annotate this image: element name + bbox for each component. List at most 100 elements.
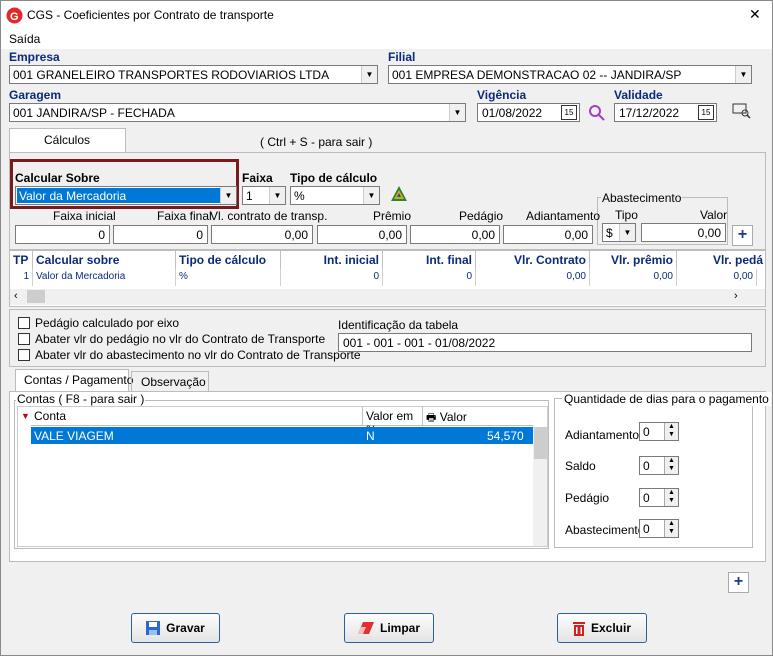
faixa-final-input[interactable]: 0 xyxy=(113,225,208,244)
coeficientes-grid[interactable]: TP Calcular sobre Tipo de cálculo Int. i… xyxy=(9,250,766,307)
menu-saida[interactable]: Saída xyxy=(9,32,40,46)
spin-updown-icon[interactable]: ▲ ▼ xyxy=(664,457,678,474)
dias-saldo-spinner[interactable]: 0 ▲ ▼ xyxy=(639,456,679,475)
calendar-icon[interactable]: 15 xyxy=(698,105,714,120)
close-icon[interactable]: ✕ xyxy=(749,6,761,23)
grid-cell-int-final[interactable]: 0 xyxy=(383,269,476,286)
grid-cell-tp[interactable]: 1 xyxy=(10,269,33,286)
scroll-left-icon[interactable]: ‹ xyxy=(14,290,18,302)
calendar-icon[interactable]: 15 xyxy=(561,105,577,120)
premio-input[interactable]: 0,00 xyxy=(317,225,407,244)
pedagio-input[interactable]: 0,00 xyxy=(410,225,500,244)
limpar-label: Limpar xyxy=(379,621,420,635)
tab-contas-pagamento[interactable]: Contas / Pagamento xyxy=(15,369,133,392)
grid-header-int-inicial[interactable]: Int. inicial xyxy=(281,251,383,269)
pedagio-eixo-checkbox[interactable] xyxy=(18,317,30,329)
grid-header-calcular-sobre[interactable]: Calcular sobre xyxy=(33,251,176,269)
triangle-colors-icon[interactable] xyxy=(390,185,408,202)
garagem-select[interactable]: 001 JANDIRA/SP - FECHADA ▼ xyxy=(9,103,466,122)
ab-tipo-select[interactable]: $ ▼ xyxy=(602,223,636,242)
add-conta-button[interactable]: + xyxy=(728,572,749,593)
grid-cell-vlr-pedagio[interactable]: 0,00 xyxy=(677,269,757,286)
spin-updown-icon[interactable]: ▲ ▼ xyxy=(664,520,678,537)
grid-cell-vlr-contrato[interactable]: 0,00 xyxy=(476,269,590,286)
abater-pedagio-checkbox[interactable] xyxy=(18,333,30,345)
dias-adiantamento-label: Adiantamento xyxy=(565,428,640,442)
contas-cell-valor-perc[interactable]: N xyxy=(366,429,375,443)
calcular-sobre-value: Valor da Mercadoria xyxy=(17,188,220,203)
grid-cell-vlr-premio[interactable]: 0,00 xyxy=(590,269,677,286)
dias-abastecimento-value: 0 xyxy=(643,522,650,536)
contas-header-valor-perc[interactable]: Valor em % xyxy=(363,407,423,437)
menu-bar: Saída xyxy=(1,31,772,49)
spin-updown-icon[interactable]: ▲ ▼ xyxy=(664,489,678,506)
scroll-right-icon[interactable]: › xyxy=(734,290,738,302)
tab-calculos-label: Cálculos xyxy=(44,133,91,147)
gravar-button[interactable]: Gravar xyxy=(131,613,220,643)
identificacao-input[interactable]: 001 - 001 - 001 - 01/08/2022 xyxy=(338,333,752,352)
dias-pedagio-spinner[interactable]: 0 ▲ ▼ xyxy=(639,488,679,507)
spin-updown-icon[interactable]: ▲ ▼ xyxy=(664,423,678,440)
dias-adiantamento-spinner[interactable]: 0 ▲ ▼ xyxy=(639,422,679,441)
faixa-select[interactable]: 1 ▼ xyxy=(242,186,286,205)
monitor-search-icon[interactable] xyxy=(732,102,751,119)
dias-abastecimento-label: Abastecimento xyxy=(565,523,645,537)
tipo-calculo-select[interactable]: % ▼ xyxy=(290,186,380,205)
app-logo-icon: G xyxy=(6,7,23,24)
grid-header-tipo-calculo[interactable]: Tipo de cálculo xyxy=(176,251,281,269)
grid-header-tp[interactable]: TP xyxy=(10,251,33,269)
contas-header-conta[interactable]: Conta xyxy=(31,407,363,426)
vigencia-date[interactable]: 01/08/2022 15 xyxy=(477,103,580,122)
grid-header-vlr-contrato[interactable]: Vlr. Contrato xyxy=(476,251,590,269)
vigencia-value: 01/08/2022 xyxy=(482,106,543,120)
ab-valor-label: Valor xyxy=(700,208,728,222)
grid-header-vlr-pedagio[interactable]: Vlr. pedá xyxy=(677,251,765,269)
filial-value: 001 EMPRESA DEMONSTRACAO 02 -- JANDIRA/S… xyxy=(392,68,682,82)
vlr-contrato-input[interactable]: 0,00 xyxy=(211,225,313,244)
dias-abastecimento-spinner[interactable]: 0 ▲ ▼ xyxy=(639,519,679,538)
grid-header-vlr-premio[interactable]: Vlr. prêmio xyxy=(590,251,677,269)
empresa-label: Empresa xyxy=(9,50,60,64)
empresa-select[interactable]: 001 GRANELEIRO TRANSPORTES RODOVIARIOS L… xyxy=(9,65,378,84)
search-icon[interactable] xyxy=(588,104,606,122)
ab-valor-input[interactable]: 0,00 xyxy=(641,223,726,242)
add-faixa-button[interactable]: + xyxy=(732,225,753,246)
contas-grid[interactable]: ▼ Conta Valor em % 🖶 Valor VALE VIAGEM N… xyxy=(17,406,548,547)
pedagio-label: Pedágio xyxy=(459,209,504,223)
abater-abastecimento-checkbox[interactable] xyxy=(18,349,30,361)
grid-cell-calcular-sobre[interactable]: Valor da Mercadoria xyxy=(33,269,176,286)
grid-header-int-final[interactable]: Int. final xyxy=(383,251,476,269)
dias-saldo-value: 0 xyxy=(643,459,650,473)
adiantamento-input[interactable]: 0,00 xyxy=(503,225,593,244)
contas-vertical-scrollbar[interactable] xyxy=(533,427,547,546)
abastecimento-label: Abastecimento xyxy=(601,191,683,205)
dias-adiantamento-value: 0 xyxy=(643,425,650,439)
tab-observacao[interactable]: Observação xyxy=(131,371,209,391)
calcular-sobre-select[interactable]: Valor da Mercadoria ▼ xyxy=(15,186,237,205)
tipo-calculo-label: Tipo de cálculo xyxy=(290,171,378,185)
empresa-value: 001 GRANELEIRO TRANSPORTES RODOVIARIOS L… xyxy=(13,68,330,82)
limpar-button[interactable]: Limpar xyxy=(344,613,434,643)
grid-cell-int-inicial[interactable]: 0 xyxy=(281,269,383,286)
vigencia-label: Vigência xyxy=(477,88,527,102)
horizontal-scrollbar[interactable]: ‹ › xyxy=(10,289,765,305)
contas-header-valor[interactable]: 🖶 Valor xyxy=(423,407,533,426)
scroll-thumb[interactable] xyxy=(27,290,45,303)
contas-cell-valor[interactable]: 54,570 xyxy=(487,429,524,443)
validade-date[interactable]: 17/12/2022 15 xyxy=(614,103,717,122)
chevron-down-icon: ▼ xyxy=(220,187,236,204)
calcular-sobre-label: Calcular Sobre xyxy=(15,171,100,185)
excluir-button[interactable]: Excluir xyxy=(557,613,647,643)
filial-label: Filial xyxy=(388,50,416,64)
ab-tipo-label: Tipo xyxy=(615,208,638,222)
filial-select[interactable]: 001 EMPRESA DEMONSTRACAO 02 -- JANDIRA/S… xyxy=(388,65,752,84)
contas-cell-conta[interactable]: VALE VIAGEM xyxy=(34,429,114,443)
faixa-inicial-input[interactable]: 0 xyxy=(15,225,110,244)
grid-cell-tipo-calculo[interactable]: % xyxy=(176,269,281,286)
contas-scroll-thumb[interactable] xyxy=(534,427,547,459)
faixa-final-label: Faixa final xyxy=(157,209,212,223)
dias-pedagio-value: 0 xyxy=(643,491,650,505)
faixa-value: 1 xyxy=(246,189,253,203)
sort-down-icon: ▼ xyxy=(21,411,30,421)
tab-calculos[interactable]: Cálculos xyxy=(9,128,126,152)
